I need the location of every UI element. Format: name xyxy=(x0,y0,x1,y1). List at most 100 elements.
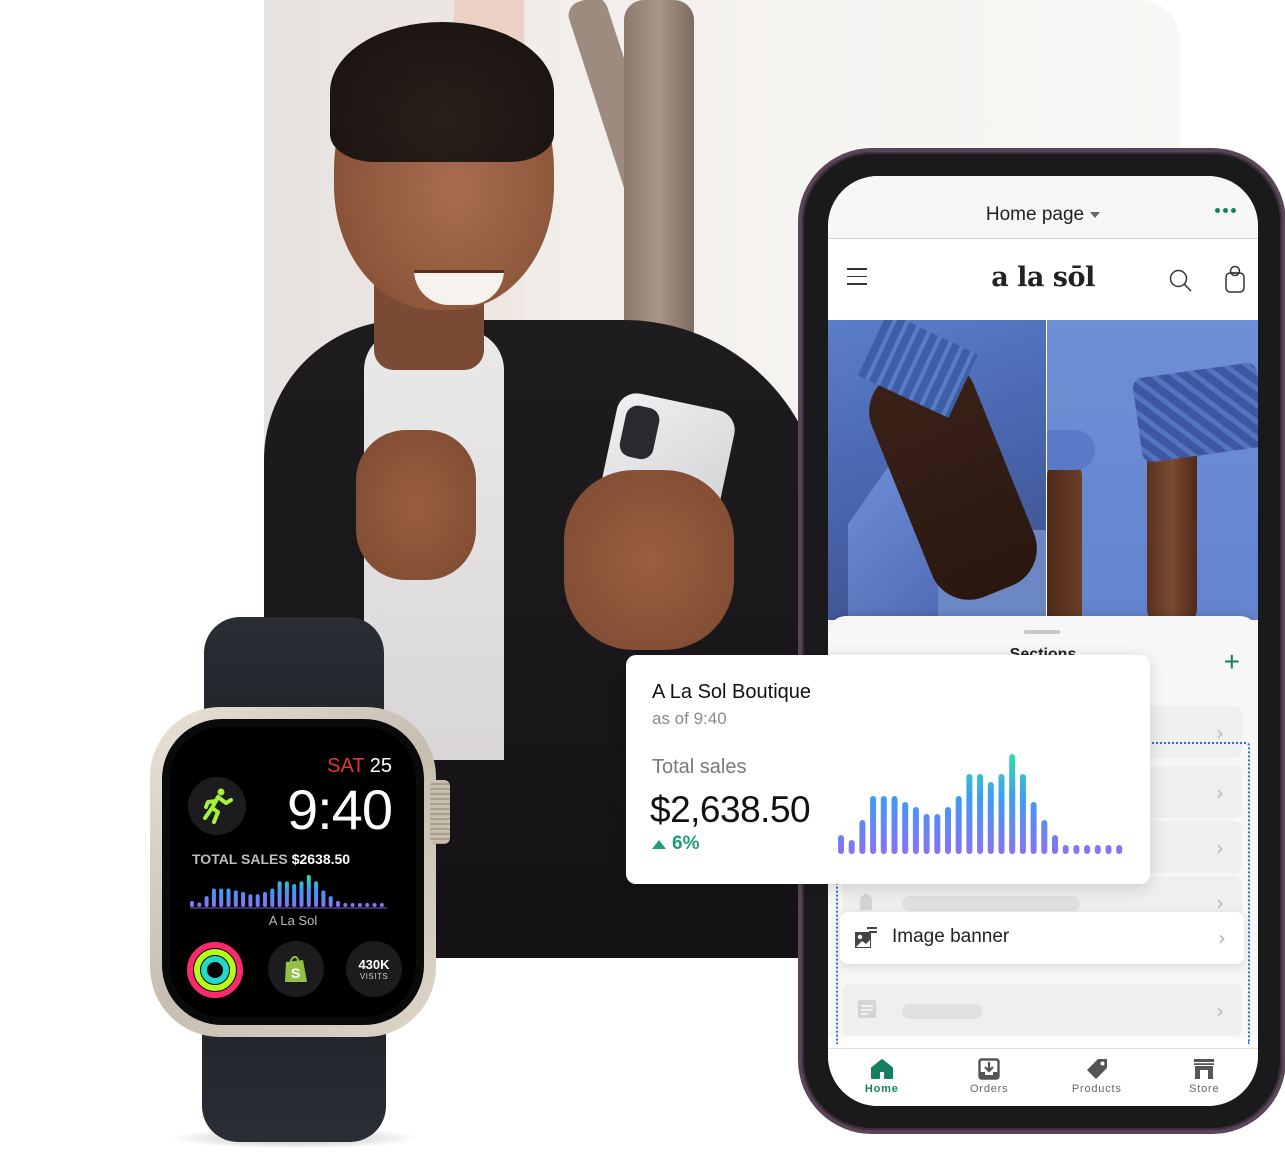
more-horizontal-icon[interactable] xyxy=(1215,208,1236,213)
sales-bar xyxy=(321,890,326,907)
sales-bar xyxy=(902,802,909,854)
watch-face: SAT 25 9:40 TOTAL SALES $2638.50 A La Sol xyxy=(170,727,416,1017)
sales-bar xyxy=(923,814,930,854)
arrow-up-icon xyxy=(652,839,666,849)
image-banner-icon xyxy=(855,927,877,948)
sales-bar xyxy=(292,883,297,907)
editor-topbar: Home page xyxy=(828,176,1258,239)
sales-bar xyxy=(248,894,253,907)
tab-home[interactable]: Home xyxy=(828,1049,936,1106)
section-row-image-banner[interactable]: Image banner › xyxy=(840,912,1244,964)
search-icon[interactable] xyxy=(1168,268,1194,294)
watch-time: 9:40 xyxy=(287,778,393,841)
shopping-bag-icon[interactable] xyxy=(1224,264,1246,294)
svg-text:S: S xyxy=(291,965,300,981)
sales-change-value: 6% xyxy=(672,833,700,854)
sales-bar xyxy=(912,807,919,854)
text-section-icon xyxy=(858,1000,876,1018)
workout-complication[interactable] xyxy=(188,777,246,835)
sales-bar xyxy=(365,903,370,907)
sales-bar xyxy=(859,820,866,854)
sales-bar xyxy=(270,888,275,907)
section-row[interactable]: › xyxy=(842,984,1242,1036)
page-selector[interactable]: Home page xyxy=(828,204,1258,226)
total-sales-card: A La Sol Boutique as of 9:40 Total sales… xyxy=(626,655,1150,884)
tab-products[interactable]: Products xyxy=(1043,1049,1151,1106)
sales-bar xyxy=(1116,845,1123,854)
phone-screen: Home page a la sōl Sections + › › › xyxy=(828,176,1258,1106)
sales-bar-chart xyxy=(838,754,1123,854)
chevron-right-icon: › xyxy=(1216,721,1224,745)
sales-bar xyxy=(987,782,994,854)
section-label: Image banner xyxy=(892,926,1010,947)
tab-orders[interactable]: Orders xyxy=(936,1049,1044,1106)
watch-sales-value: $2638.50 xyxy=(291,851,351,867)
total-sales-label: Total sales xyxy=(652,756,747,778)
tag-icon xyxy=(1086,1059,1107,1079)
sales-bar xyxy=(1030,802,1037,854)
watch-crown[interactable] xyxy=(430,780,450,844)
store-hero-images xyxy=(828,320,1258,620)
tab-store[interactable]: Store xyxy=(1151,1049,1259,1106)
placeholder-text xyxy=(902,896,1080,911)
page-selector-label: Home page xyxy=(985,204,1085,225)
tab-label: Products xyxy=(1071,1083,1122,1095)
sales-bar xyxy=(1073,845,1080,854)
sales-bar xyxy=(1019,774,1026,854)
sales-bar xyxy=(211,888,216,907)
visits-value: 430K xyxy=(358,957,390,972)
sales-bar xyxy=(306,875,311,907)
chevron-right-icon: › xyxy=(1216,836,1224,860)
chevron-right-icon: › xyxy=(1216,781,1224,805)
sales-change: 6% xyxy=(652,833,699,855)
sales-bar xyxy=(1009,754,1016,854)
visits-label: VISITS xyxy=(359,972,389,981)
activity-rings-icon[interactable] xyxy=(186,941,244,999)
chevron-right-icon: › xyxy=(1218,926,1226,950)
chevron-right-icon: › xyxy=(1216,999,1224,1023)
sales-bar xyxy=(934,814,941,854)
watch-sales-label: TOTAL SALES xyxy=(192,851,288,867)
sales-bar xyxy=(1062,845,1069,854)
sheet-grab-handle[interactable] xyxy=(1024,630,1060,634)
sales-bar xyxy=(190,900,194,907)
hero-image-shoes xyxy=(1046,320,1258,620)
sales-bar xyxy=(1105,845,1112,854)
shopify-bag-icon: S xyxy=(285,956,307,982)
photo-hand xyxy=(356,430,476,580)
store-name: A La Sol Boutique xyxy=(652,681,812,703)
sales-bar xyxy=(966,774,973,854)
sales-bar xyxy=(357,903,362,907)
sales-bar xyxy=(372,903,377,907)
home-icon xyxy=(870,1059,893,1079)
watch-store-name: A La Sol xyxy=(268,913,318,928)
sales-bar xyxy=(328,896,333,907)
sales-bar xyxy=(977,774,984,854)
sales-bar xyxy=(277,881,282,907)
visits-complication[interactable]: 430K VISITS xyxy=(346,941,402,997)
sales-bar xyxy=(255,894,260,907)
as-of-time: as of 9:40 xyxy=(652,709,727,728)
shopify-complication[interactable]: S xyxy=(268,941,324,997)
watch-sales-chart xyxy=(190,875,388,909)
watch-date-number: 25 xyxy=(369,755,392,777)
orders-icon xyxy=(978,1058,1000,1080)
sales-bar xyxy=(955,796,962,854)
sales-bar xyxy=(379,903,384,907)
sales-bar xyxy=(284,881,289,907)
bottom-tab-bar: Home Orders Products Store xyxy=(828,1048,1258,1106)
sales-bar xyxy=(314,881,319,907)
sales-bar xyxy=(998,774,1005,854)
total-sales-amount: $2,638.50 xyxy=(650,789,811,830)
photo-hair xyxy=(330,22,554,162)
sales-bar xyxy=(343,903,348,907)
placeholder-text xyxy=(902,1004,982,1019)
sales-bar xyxy=(336,900,340,907)
sales-bar xyxy=(219,888,224,907)
hero-image-bag xyxy=(828,320,1046,620)
sales-bar xyxy=(848,840,855,854)
running-figure-icon xyxy=(203,788,233,824)
plus-icon[interactable]: + xyxy=(1224,648,1240,676)
sales-bar xyxy=(891,796,898,854)
sales-bar xyxy=(1052,835,1058,854)
